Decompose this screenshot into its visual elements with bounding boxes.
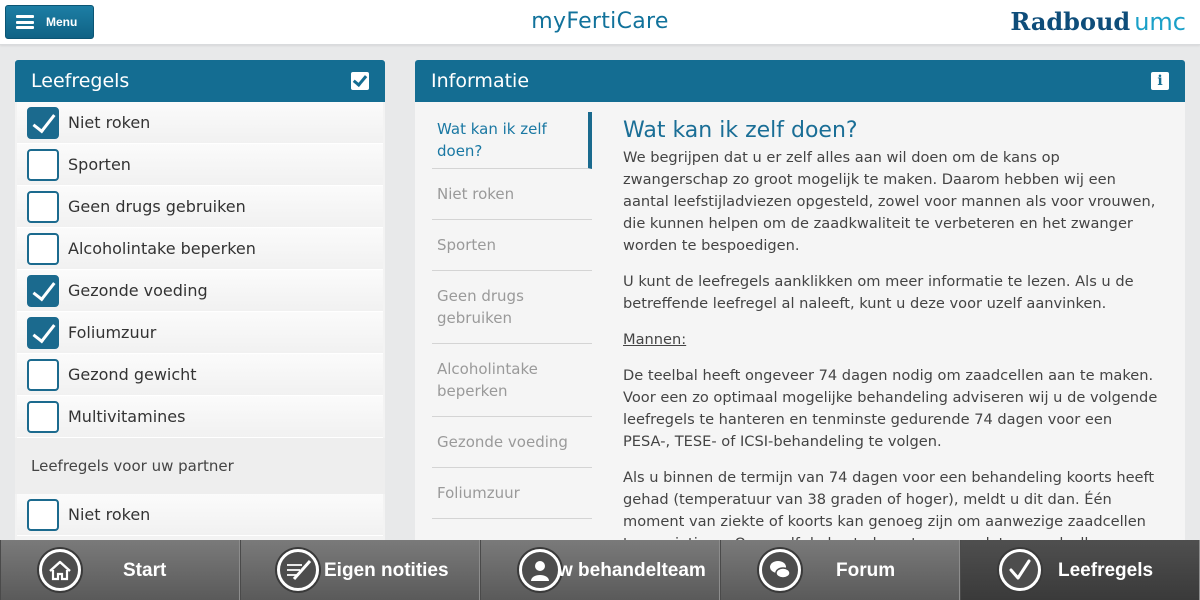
rule-item-multivitamines[interactable]: Multivitamines xyxy=(17,396,383,438)
bottom-nav-label: Forum xyxy=(836,560,896,581)
rule-label: Multivitamines xyxy=(68,407,186,426)
bottom-nav-label: Eigen notities xyxy=(324,560,449,581)
rule-item-gezond-gewicht[interactable]: Gezond gewicht xyxy=(17,354,383,396)
rule-checkbox[interactable] xyxy=(27,190,59,223)
bottom-nav: Start Eigen notities w behandelteam Foru… xyxy=(0,540,1200,600)
info-nav-item-geen-drugs[interactable]: Geen drugs gebruiken xyxy=(432,271,592,344)
rule-item-gezonde-voeding[interactable]: Gezonde voeding xyxy=(17,270,383,312)
rule-item-niet-roken[interactable]: Niet roken xyxy=(17,102,383,144)
info-nav-item-foliumzuur[interactable]: Foliumzuur xyxy=(432,468,592,519)
rule-label: Sporten xyxy=(68,155,131,174)
rule-checkbox[interactable] xyxy=(27,400,59,433)
rule-label: Geen drugs gebruiken xyxy=(68,197,246,216)
info-nav: Wat kan ik zelf doen? Niet roken Sporten… xyxy=(432,112,592,519)
rule-checkbox[interactable] xyxy=(27,148,59,181)
bottom-nav-leefregels[interactable]: Leefregels xyxy=(960,540,1200,600)
rule-item-sporten[interactable]: Sporten xyxy=(17,144,383,186)
check-icon xyxy=(999,549,1041,591)
leefregels-panel-header: Leefregels xyxy=(15,60,385,102)
rule-label: Gezonde voeding xyxy=(68,281,208,300)
rule-label: Niet roken xyxy=(68,505,151,524)
info-nav-item-wat-kan-ik-zelf-doen[interactable]: Wat kan ik zelf doen? xyxy=(432,112,592,169)
partner-section-label: Leefregels voor uw partner xyxy=(15,438,385,494)
bottom-nav-label: Leefregels xyxy=(1058,560,1154,581)
info-nav-item-gezonde-voeding[interactable]: Gezonde voeding xyxy=(432,417,592,468)
info-subheading-mannen: Mannen: xyxy=(623,331,687,348)
home-icon xyxy=(39,549,81,591)
info-nav-item-sporten[interactable]: Sporten xyxy=(432,220,592,271)
info-paragraph: Als u binnen de termijn van 74 dagen voo… xyxy=(623,469,1155,540)
bottom-nav-start[interactable]: Start xyxy=(0,540,240,600)
rule-checkbox[interactable] xyxy=(27,274,59,307)
info-paragraph: We begrijpen dat u er zelf alles aan wil… xyxy=(623,149,1156,254)
partner-rule-item-niet-roken[interactable]: Niet roken xyxy=(17,494,383,536)
top-bar: Menu myFertiCare Radboud umc xyxy=(0,0,1200,45)
info-paragraph: De teelbal heeft ongeveer 74 dagen nodig… xyxy=(623,367,1158,450)
rule-checkbox[interactable] xyxy=(27,316,59,349)
bottom-nav-behandelteam[interactable]: w behandelteam xyxy=(480,540,720,600)
leefregels-title: Leefregels xyxy=(31,70,130,92)
forum-icon xyxy=(759,549,801,591)
bottom-nav-eigen-notities[interactable]: Eigen notities xyxy=(240,540,480,600)
info-heading: Wat kan ik zelf doen? xyxy=(623,118,858,143)
rule-label: Niet roken xyxy=(68,113,151,132)
info-icon[interactable]: i xyxy=(1151,72,1169,90)
rule-item-alcohol[interactable]: Alcoholintake beperken xyxy=(17,228,383,270)
informatie-title: Informatie xyxy=(431,70,530,92)
rule-checkbox[interactable] xyxy=(27,232,59,265)
rule-checkbox[interactable] xyxy=(27,106,59,139)
rule-checkbox[interactable] xyxy=(27,498,59,531)
info-nav-item-niet-roken[interactable]: Niet roken xyxy=(432,169,592,220)
radboudumc-logo: Radboud umc xyxy=(1010,7,1186,36)
rule-item-geen-drugs[interactable]: Geen drugs gebruiken xyxy=(17,186,383,228)
rule-label: Foliumzuur xyxy=(68,323,157,342)
notes-icon xyxy=(277,549,319,591)
bottom-nav-forum[interactable]: Forum xyxy=(720,540,960,600)
team-icon xyxy=(519,549,561,591)
bottom-nav-label: w behandelteam xyxy=(558,560,706,581)
info-content: Wat kan ik zelf doen? We begrijpen dat u… xyxy=(623,118,1163,540)
informatie-panel: Informatie i Wat kan ik zelf doen? Niet … xyxy=(415,60,1185,540)
informatie-panel-header: Informatie i xyxy=(415,60,1185,102)
info-paragraph: U kunt de leefregels aanklikken om meer … xyxy=(623,273,1134,312)
rule-checkbox[interactable] xyxy=(27,358,59,391)
rule-label: Alcoholintake beperken xyxy=(68,239,256,258)
checkbox-icon xyxy=(351,72,369,90)
bottom-nav-label: Start xyxy=(123,560,167,581)
leefregels-panel: Leefregels Niet roken Sporten Geen drugs… xyxy=(15,60,385,540)
rule-label: Gezond gewicht xyxy=(68,365,197,384)
rule-item-foliumzuur[interactable]: Foliumzuur xyxy=(17,312,383,354)
info-nav-item-alcohol[interactable]: Alcoholintake beperken xyxy=(432,344,592,417)
